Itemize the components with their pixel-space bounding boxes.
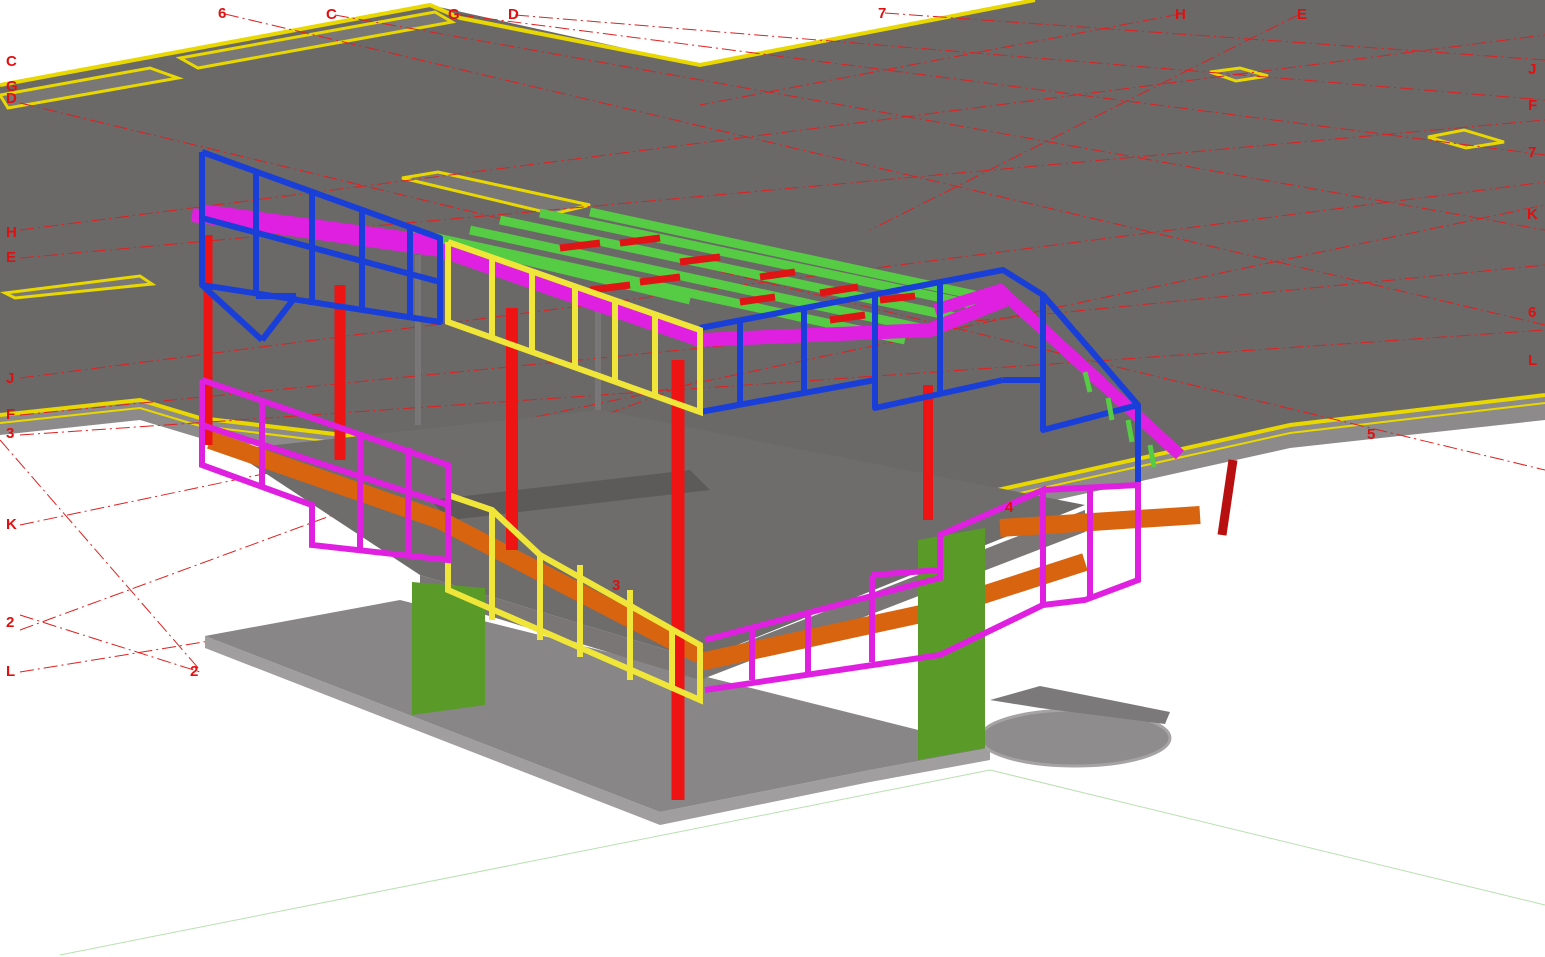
grid-label-right-7: 7: [1528, 144, 1536, 161]
grid-label-left-e: E: [6, 249, 16, 266]
grid-label-left-h: H: [6, 224, 17, 241]
grid-label-right-j: J: [1528, 61, 1536, 78]
column-6: [1217, 459, 1238, 536]
grid-label-mid-4: 4: [1005, 499, 1014, 516]
grid-label-mid-3: 3: [612, 577, 620, 594]
grid-label-left-d: D: [6, 90, 17, 107]
grid-label-right-l: L: [1528, 352, 1537, 369]
grid-label-top-g: G: [448, 6, 460, 23]
grid-label-right-k: K: [1527, 206, 1538, 223]
grid-label-left-c: C: [6, 53, 17, 70]
grid-label-left-k: K: [6, 516, 17, 533]
grid-label-left-l: L: [6, 663, 15, 680]
grid-label-left-f: F: [6, 406, 15, 423]
grid-label-left-3: 3: [6, 425, 14, 442]
grid-label-right-f: F: [1528, 97, 1537, 114]
core-right: [918, 528, 985, 760]
grid-label-left-2: 2: [6, 614, 14, 631]
grid-label-left-j: J: [6, 370, 14, 387]
grid-label-top-h: H: [1175, 6, 1186, 23]
grid-label-top-d: D: [508, 6, 519, 23]
grid-label-right-6: 6: [1528, 304, 1536, 321]
model-viewport[interactable]: 6 C G D 7 H E C G D H E J F 3 K 2 L 2 J …: [0, 0, 1545, 957]
grid-label-right-5: 5: [1367, 426, 1375, 443]
grid-label-top-6: 6: [218, 5, 226, 22]
grid-label-top-e: E: [1297, 6, 1307, 23]
ground-guides: [59, 769, 1545, 956]
grid-label-top-7: 7: [878, 5, 886, 22]
grid-label-bottom-2: 2: [190, 663, 198, 680]
grid-label-top-c: C: [326, 6, 337, 23]
